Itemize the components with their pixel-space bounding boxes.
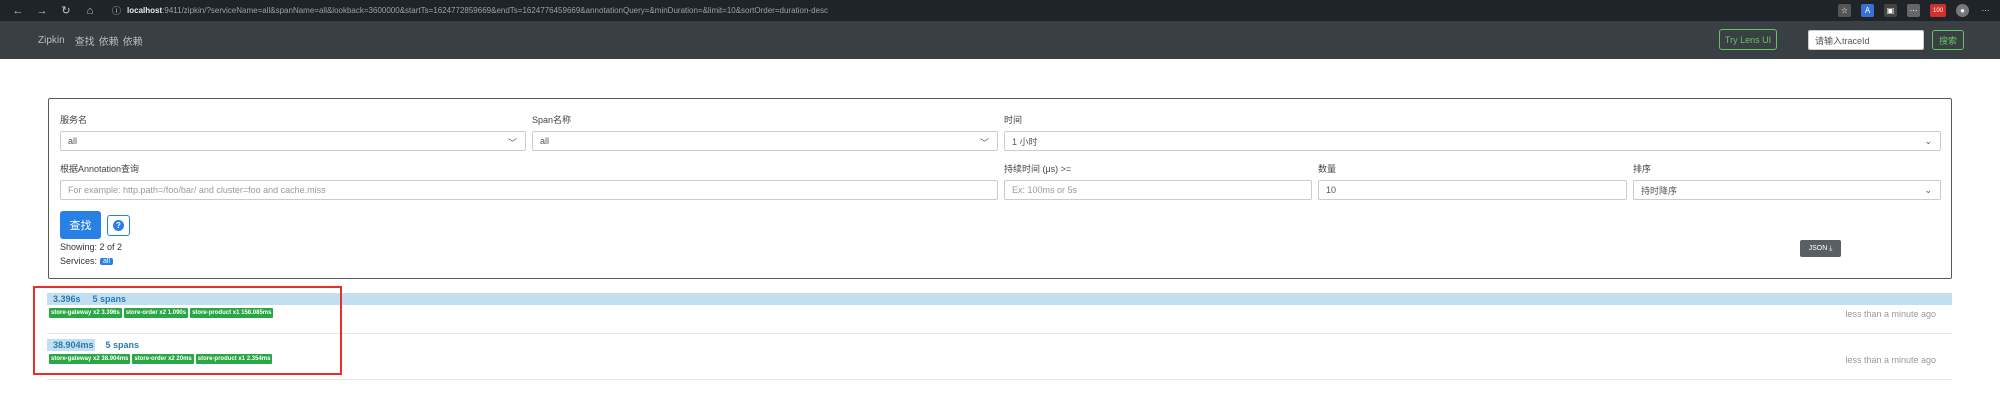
service-value: all (68, 136, 78, 146)
time-label: 时间 (1004, 115, 1023, 125)
trace-timestamp: less than a minute ago (1845, 355, 1936, 365)
site-info-icon[interactable]: ⓘ (112, 4, 121, 17)
trace-id-input[interactable]: 请输入traceId (1808, 30, 1924, 50)
try-lens-button[interactable]: Try Lens UI (1719, 29, 1777, 50)
sort-select[interactable]: 持时降序 ⌄ (1633, 180, 1941, 200)
chevron-down-icon: ⌄ (1924, 136, 1932, 146)
time-select[interactable]: 1 小时 ⌄ (1004, 131, 1941, 151)
address-bar[interactable]: ⓘ localhost :9411/zipkin/?serviceName=al… (112, 2, 1802, 19)
limit-input[interactable]: 10 (1318, 180, 1627, 200)
annotation-label: 根据Annotation查询 (60, 164, 140, 174)
chevron-down-icon: ﹀ (507, 138, 517, 148)
help-icon: ? (113, 220, 124, 231)
nav-brand-zipkin[interactable]: Zipkin (38, 35, 65, 46)
trace-timestamp: less than a minute ago (1845, 309, 1936, 319)
extensions-area: ☆ A ▣ ⋯ 100 ● ⋯ (1838, 2, 1992, 19)
limit-label: 数量 (1318, 164, 1337, 174)
forward-icon[interactable]: → (32, 1, 52, 21)
annotation-highlight-box (33, 286, 342, 375)
menu-icon[interactable]: ⋯ (1979, 4, 1992, 17)
services-label: Services: (60, 256, 98, 266)
span-value: all (540, 136, 550, 146)
profile-avatar-icon[interactable]: ● (1956, 4, 1969, 17)
chevron-down-icon: ﹀ (979, 138, 989, 148)
home-icon[interactable]: ⌂ (80, 1, 100, 21)
favorites-icon[interactable]: ☆ (1838, 4, 1851, 17)
app-navbar: Zipkin 查找 依赖 依赖 Try Lens UI 请输入traceId 搜… (0, 21, 2000, 59)
nav-deps-2[interactable]: 依赖 (123, 33, 143, 48)
row-divider (47, 379, 1952, 380)
services-summary: Services: all (60, 256, 114, 266)
nav-deps-1[interactable]: 依赖 (99, 33, 119, 48)
adblock-extension-icon[interactable]: 100 (1930, 4, 1946, 17)
min-duration-input[interactable]: Ex: 100ms or 5s (1004, 180, 1312, 200)
collections-icon[interactable]: ▣ (1884, 4, 1897, 17)
min-duration-label: 持续时间 (μs) >= (1004, 164, 1072, 174)
url-path: :9411/zipkin/?serviceName=all&spanName=a… (162, 6, 828, 15)
service-badge[interactable]: all (100, 257, 114, 265)
span-select[interactable]: all ﹀ (532, 131, 998, 151)
nav-find[interactable]: 查找 (75, 33, 95, 48)
url-host: localhost (127, 6, 163, 15)
browser-toolbar: ← → ↻ ⌂ ⓘ localhost :9411/zipkin/?servic… (0, 0, 2000, 21)
translate-extension-icon[interactable]: A (1861, 4, 1874, 17)
annotation-query-input[interactable]: For example: http.path=/foo/bar/ and clu… (60, 180, 998, 200)
span-label: Span名称 (532, 115, 572, 125)
service-label: 服务名 (60, 115, 88, 125)
back-icon[interactable]: ← (8, 1, 28, 21)
chevron-down-icon: ⌄ (1924, 185, 1932, 195)
help-button[interactable]: ? (107, 215, 130, 236)
find-button[interactable]: 查找 (60, 211, 101, 239)
search-panel: 服务名 all ﹀ Span名称 all ﹀ 时间 1 小时 ⌄ 根据Annot… (48, 98, 1952, 279)
sort-value: 持时降序 (1641, 185, 1678, 196)
time-value: 1 小时 (1012, 136, 1038, 147)
service-select[interactable]: all ﹀ (60, 131, 526, 151)
trace-search-button[interactable]: 搜索 (1932, 30, 1964, 50)
extension-icon[interactable]: ⋯ (1907, 4, 1920, 17)
reload-icon[interactable]: ↻ (56, 1, 76, 21)
badge-count: 100 (1932, 7, 1943, 14)
showing-count: Showing: 2 of 2 (60, 242, 123, 252)
sort-label: 排序 (1633, 164, 1652, 174)
json-download-button[interactable]: JSON ⤓ (1800, 240, 1841, 257)
